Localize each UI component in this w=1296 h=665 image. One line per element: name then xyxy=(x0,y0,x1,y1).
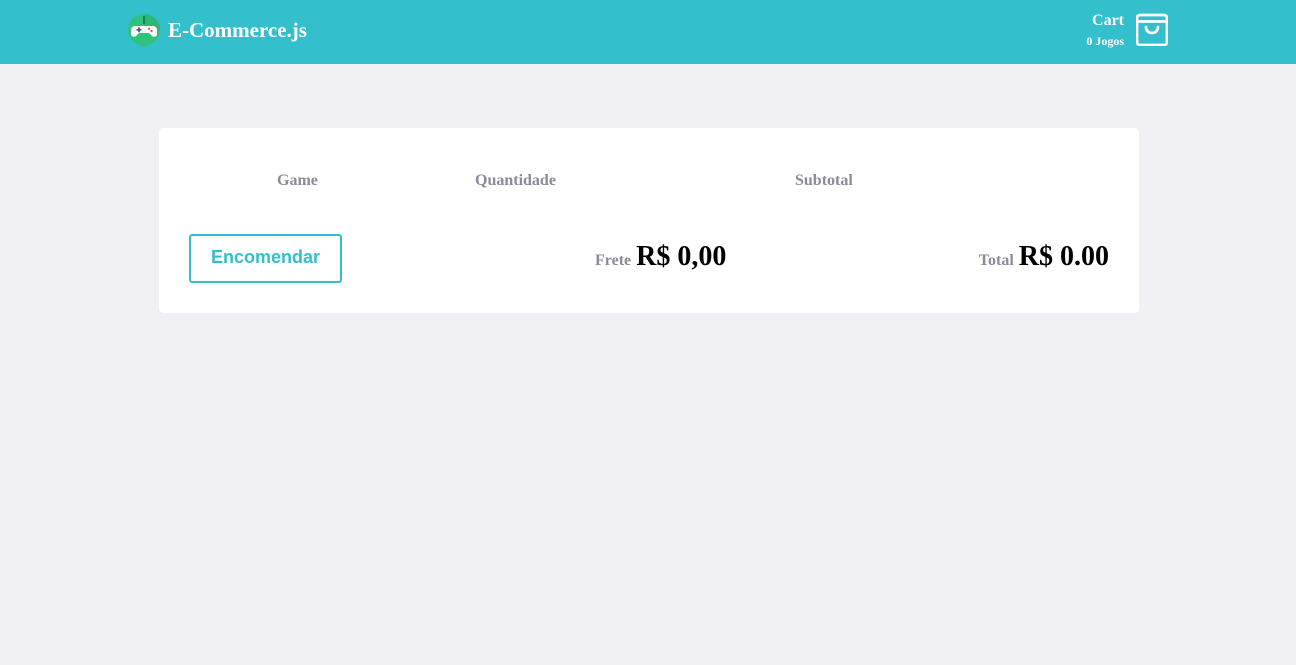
cart-item-count: 0 Jogos xyxy=(1086,34,1124,48)
column-header-game: Game xyxy=(277,172,318,189)
shipping-summary: Frete R$ 0,00 xyxy=(595,241,726,273)
brand-name: E-Commerce.js xyxy=(168,17,307,42)
brand-logo-link[interactable]: E-Commerce.js xyxy=(128,13,307,47)
gamepad-icon xyxy=(128,14,160,46)
cart-label: Cart xyxy=(1092,12,1124,29)
total-value: R$ 0.00 xyxy=(1018,241,1109,272)
cart-panel: Game Quantidade Subtotal Encomendar Fret… xyxy=(159,128,1139,313)
order-button[interactable]: Encomendar xyxy=(189,234,342,283)
shopping-bag-icon xyxy=(1136,13,1168,46)
column-header-quantity: Quantidade xyxy=(475,172,556,189)
total-summary: Total R$ 0.00 xyxy=(979,241,1109,273)
top-bar: E-Commerce.js Cart 0 Jogos xyxy=(0,0,1296,64)
shipping-label: Frete xyxy=(595,252,632,269)
cart-button[interactable]: Cart 0 Jogos xyxy=(1070,10,1170,52)
total-label: Total xyxy=(978,252,1014,269)
shipping-value: R$ 0,00 xyxy=(636,241,727,272)
column-header-subtotal: Subtotal xyxy=(795,172,853,189)
